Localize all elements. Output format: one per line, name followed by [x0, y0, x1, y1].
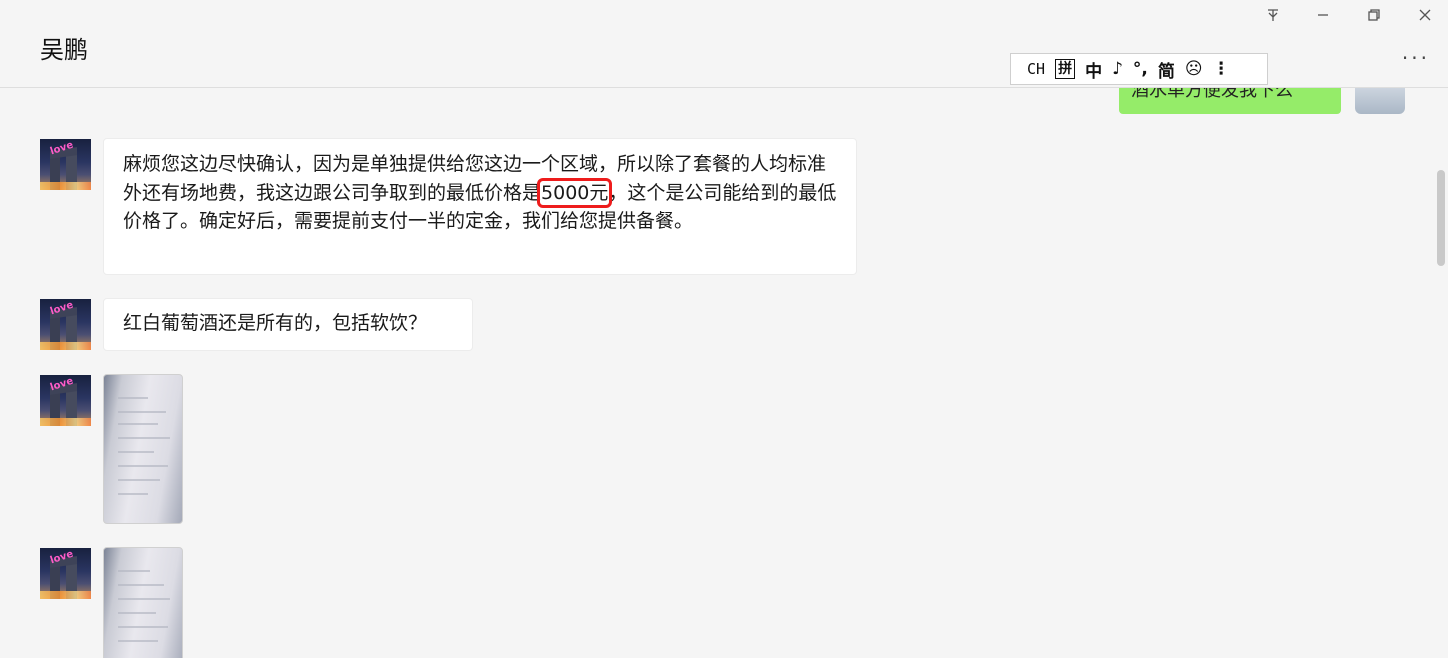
minimize-icon	[1316, 8, 1330, 26]
my-message-bubble[interactable]: 酒水单方便发我下么	[1119, 88, 1341, 114]
close-button[interactable]	[1408, 4, 1442, 30]
my-avatar[interactable]	[1355, 88, 1405, 114]
contact-avatar[interactable]: love	[40, 375, 91, 426]
ime-pinyin-icon[interactable]: 拼	[1055, 59, 1076, 79]
contact-avatar[interactable]: love	[40, 299, 91, 350]
restore-icon	[1367, 8, 1381, 26]
ime-language-indicator[interactable]: CH	[1027, 60, 1045, 78]
highlighted-price: 5000元	[536, 177, 613, 208]
chat-title: 吴鹏	[40, 36, 88, 64]
more-options-button[interactable]: ···	[1402, 48, 1430, 68]
pin-icon	[1265, 7, 1281, 27]
minimize-button[interactable]	[1306, 4, 1340, 30]
restore-button[interactable]	[1357, 4, 1391, 30]
contact-avatar[interactable]: love	[40, 139, 91, 190]
ime-toolbar: CH 拼 中 ♪ °, 简 ☹ ⋮	[1010, 53, 1268, 85]
ime-chinese-mode-button[interactable]: 中	[1085, 57, 1102, 82]
ime-punctuation-button[interactable]: °,	[1133, 59, 1148, 79]
close-icon	[1418, 8, 1432, 26]
pin-button[interactable]	[1256, 4, 1290, 30]
image-message-document-photo[interactable]	[103, 547, 183, 658]
ime-menu-icon[interactable]: ⋮	[1213, 59, 1230, 79]
message-list[interactable]: 酒水单方便发我下么 love 麻烦您这边尽快确认，因为是单独提供给您这边一个区域…	[0, 88, 1448, 658]
ime-simplified-button[interactable]: 简	[1158, 57, 1175, 82]
ime-emoji-icon[interactable]: ☹	[1185, 59, 1203, 79]
ime-moon-icon[interactable]: ♪	[1112, 59, 1123, 79]
message-text: 红白葡萄酒还是所有的，包括软饮？	[123, 312, 428, 334]
contact-avatar[interactable]: love	[40, 548, 91, 599]
chat-scrollbar[interactable]	[1437, 170, 1445, 266]
message-bubble[interactable]: 红白葡萄酒还是所有的，包括软饮？	[103, 298, 473, 351]
message-bubble[interactable]: 麻烦您这边尽快确认，因为是单独提供给您这边一个区域，所以除了套餐的人均标准外还有…	[103, 138, 857, 275]
image-message-document-photo[interactable]	[103, 374, 183, 524]
